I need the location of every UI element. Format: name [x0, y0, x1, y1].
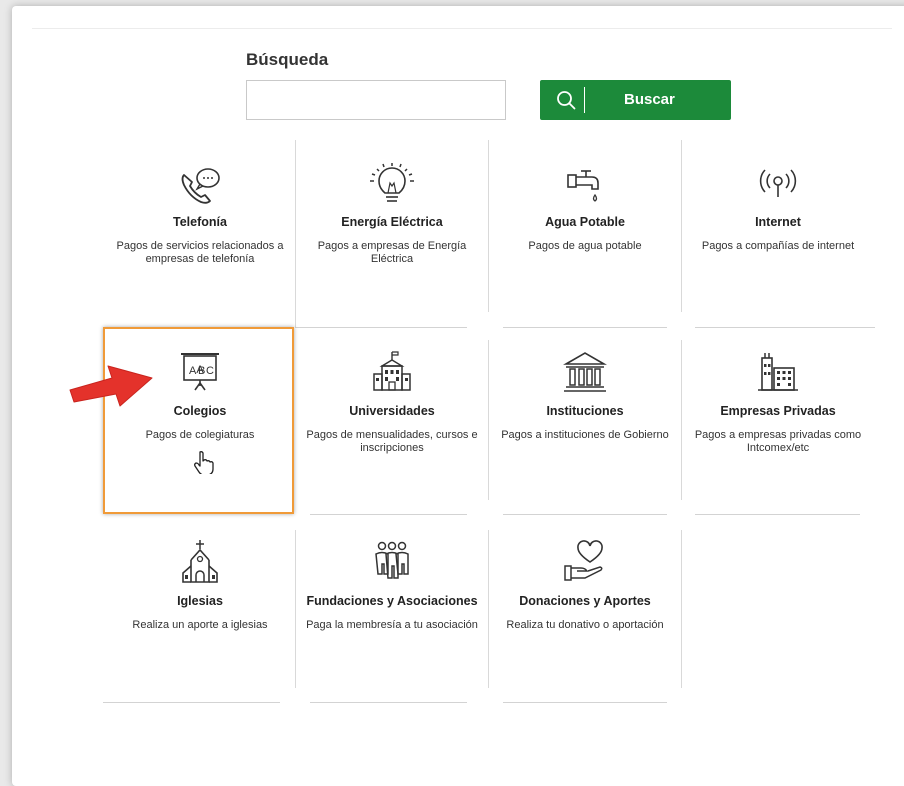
- divider: [695, 327, 875, 328]
- divider: [488, 530, 489, 688]
- category-title: Internet: [755, 215, 801, 229]
- category-empresas-privadas[interactable]: Empresas Privadas Pagos a empresas priva…: [688, 350, 868, 455]
- heart-hand-icon: [564, 540, 603, 581]
- divider: [295, 327, 467, 328]
- category-donaciones-aportes[interactable]: Donaciones y Aportes Realiza tu donativo…: [495, 540, 675, 632]
- category-internet[interactable]: Internet Pagos a compañías de internet: [688, 163, 868, 253]
- blackboard-abc-icon: A A B C: [181, 353, 219, 391]
- category-iglesias[interactable]: Iglesias Realiza un aporte a iglesias: [110, 540, 290, 632]
- category-description: Pagos de servicios relacionados a empres…: [116, 240, 284, 265]
- svg-text:B: B: [198, 365, 205, 377]
- divider: [488, 140, 489, 312]
- search-icon: [557, 91, 576, 110]
- category-title: Instituciones: [546, 404, 624, 418]
- divider: [310, 702, 467, 703]
- category-universidades[interactable]: Universidades Pagos de mensualidades, cu…: [302, 350, 482, 455]
- divider: [103, 702, 280, 703]
- category-description: Pagos a empresas de Energía Eléctrica: [317, 240, 467, 265]
- category-instituciones[interactable]: Instituciones Pagos a instituciones de G…: [495, 350, 675, 442]
- divider: [310, 514, 467, 515]
- divider: [488, 340, 489, 500]
- category-agua-potable[interactable]: Agua Potable Pagos de agua potable: [495, 163, 675, 253]
- faucet-icon: [567, 170, 599, 202]
- divider: [295, 140, 296, 327]
- category-description: Pagos de agua potable: [528, 240, 642, 252]
- government-building-icon: [563, 352, 607, 392]
- category-title: Telefonía: [173, 215, 227, 229]
- category-description: Pagos a empresas privadas como Intcomex/…: [694, 429, 862, 454]
- factory-icon: [758, 353, 798, 391]
- category-fundaciones-asociaciones[interactable]: Fundaciones y Asociaciones Paga la membr…: [302, 540, 482, 632]
- divider: [695, 514, 860, 515]
- category-title: Energía Eléctrica: [341, 215, 443, 229]
- separator: [584, 87, 585, 113]
- category-description: Realiza un aporte a iglesias: [132, 619, 268, 631]
- search-button-label: Buscar: [624, 91, 675, 108]
- divider: [503, 702, 667, 703]
- church-icon: [182, 540, 218, 583]
- hand-cursor-icon: [194, 451, 214, 474]
- divider: [295, 530, 296, 688]
- category-description: Realiza tu donativo o aportación: [506, 619, 664, 631]
- category-title: Donaciones y Aportes: [519, 594, 651, 608]
- divider: [503, 514, 667, 515]
- divider: [503, 327, 667, 328]
- category-energia-electrica[interactable]: Energía Eléctrica Pagos a empresas de En…: [302, 163, 482, 266]
- search-input[interactable]: [246, 80, 506, 120]
- university-building-icon: [373, 351, 411, 391]
- category-title: Agua Potable: [545, 215, 625, 229]
- phone-chat-icon: [181, 168, 220, 204]
- category-title: Universidades: [349, 404, 435, 418]
- svg-text:C: C: [206, 365, 214, 377]
- divider: [32, 28, 892, 29]
- category-title: Fundaciones y Asociaciones: [306, 594, 478, 608]
- svg-text:A: A: [189, 365, 197, 377]
- search-label: Búsqueda: [246, 50, 329, 69]
- category-description: Pagos de colegiaturas: [145, 429, 255, 441]
- divider: [681, 530, 682, 688]
- divider: [681, 340, 682, 500]
- lightbulb-icon: [370, 163, 414, 202]
- category-description: Paga la membresía a tu asociación: [306, 619, 478, 631]
- pointer-arrow-icon: [69, 365, 153, 407]
- category-description: Pagos de mensualidades, cursos e inscrip…: [306, 429, 478, 454]
- category-description: Pagos a instituciones de Gobierno: [501, 429, 669, 441]
- people-group-icon: [375, 541, 409, 579]
- category-title: Iglesias: [177, 594, 223, 608]
- category-description: Pagos a compañías de internet: [701, 240, 855, 252]
- antenna-icon: [759, 169, 797, 197]
- search-button[interactable]: Buscar: [540, 80, 731, 120]
- divider: [681, 140, 682, 312]
- category-telefonia[interactable]: Telefonía Pagos de servicios relacionado…: [110, 163, 290, 266]
- category-title: Empresas Privadas: [720, 404, 836, 418]
